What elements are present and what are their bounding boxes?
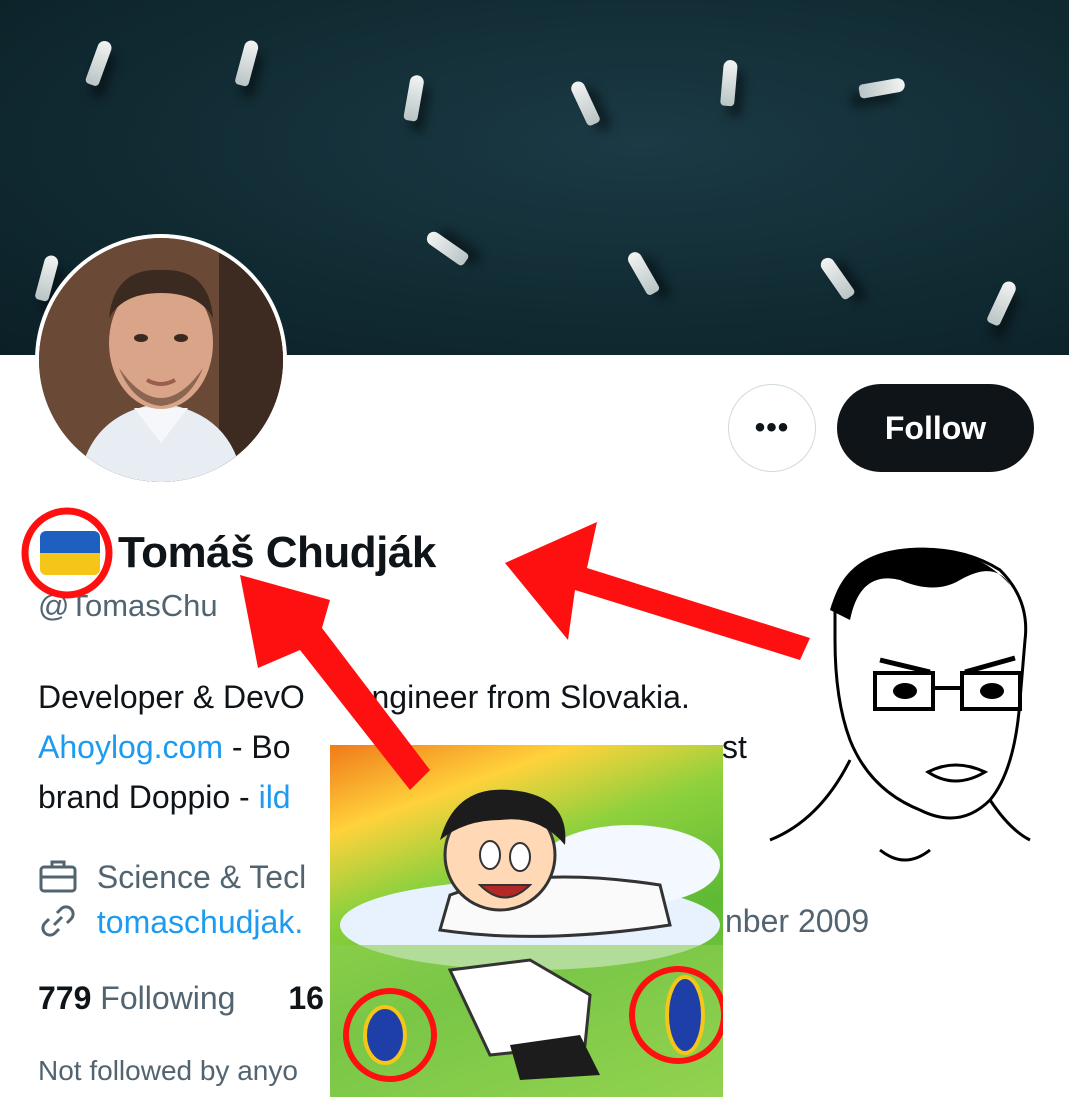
category-label: Science & Tecl — [96, 859, 307, 895]
briefcase-icon — [39, 860, 77, 893]
more-options-button[interactable]: ••• — [728, 384, 816, 472]
follow-stats: 779 Following 16 — [38, 980, 324, 1017]
follow-button-label: Follow — [884, 409, 987, 446]
following-count: 779 — [38, 980, 92, 1016]
bio-link-ahoylog[interactable]: Ahoylog.com — [38, 729, 223, 765]
bio-text: engineer from Slovakia. — [344, 679, 690, 715]
bio-line-1: Developer & DevO engineer from Slovakia. — [38, 672, 690, 722]
bio-line-2: Ahoylog.com - Bo — [38, 722, 291, 772]
cartoon-boy-image — [330, 745, 723, 1097]
followers-count: 16 — [288, 980, 324, 1016]
joined-date: nber 2009 — [725, 903, 869, 940]
profile-avatar[interactable] — [35, 234, 287, 486]
more-icon: ••• — [754, 411, 790, 444]
display-name: Tomáš Chudják — [118, 528, 436, 577]
link-icon — [41, 905, 75, 937]
cartoon-boy-drawing — [330, 789, 723, 1097]
boat-image — [858, 77, 906, 99]
user-handle: @TomasChu — [38, 588, 218, 623]
boat-image — [403, 74, 425, 122]
joined-date-text: nber 2009 — [725, 903, 870, 939]
not-followed-notice: Not followed by anyo — [38, 1055, 298, 1086]
bio-link[interactable]: ild — [259, 779, 291, 815]
boat-image — [985, 279, 1019, 327]
boat-image — [720, 59, 738, 107]
bio-text: brand Doppio - — [38, 779, 259, 815]
boat-image — [625, 249, 661, 297]
following-link[interactable]: 779 Following — [38, 980, 235, 1016]
followers-link[interactable]: 16 — [288, 980, 324, 1016]
boat-image — [234, 38, 260, 88]
bio-line-2-tail: st — [722, 722, 747, 772]
person-photo — [39, 238, 283, 482]
bio-line-3: brand Doppio - ild — [38, 772, 291, 822]
ukraine-flag-emoji — [40, 531, 100, 575]
boat-image — [84, 38, 114, 88]
bio-text: Developer & DevO — [38, 679, 305, 715]
following-label: Following — [100, 980, 236, 1016]
bio-text: st — [722, 729, 747, 765]
boat-image — [568, 79, 602, 127]
red-arrow-annotation — [505, 522, 810, 660]
follow-button[interactable]: Follow — [837, 384, 1034, 472]
profile-website[interactable]: tomaschudjak. — [38, 903, 303, 941]
boat-image — [818, 255, 856, 301]
boat-image — [424, 229, 470, 267]
profile-category: Science & Tecl — [38, 858, 306, 896]
bio-text: - Bo — [222, 729, 291, 765]
website-link[interactable]: tomaschudjak. — [97, 904, 303, 940]
